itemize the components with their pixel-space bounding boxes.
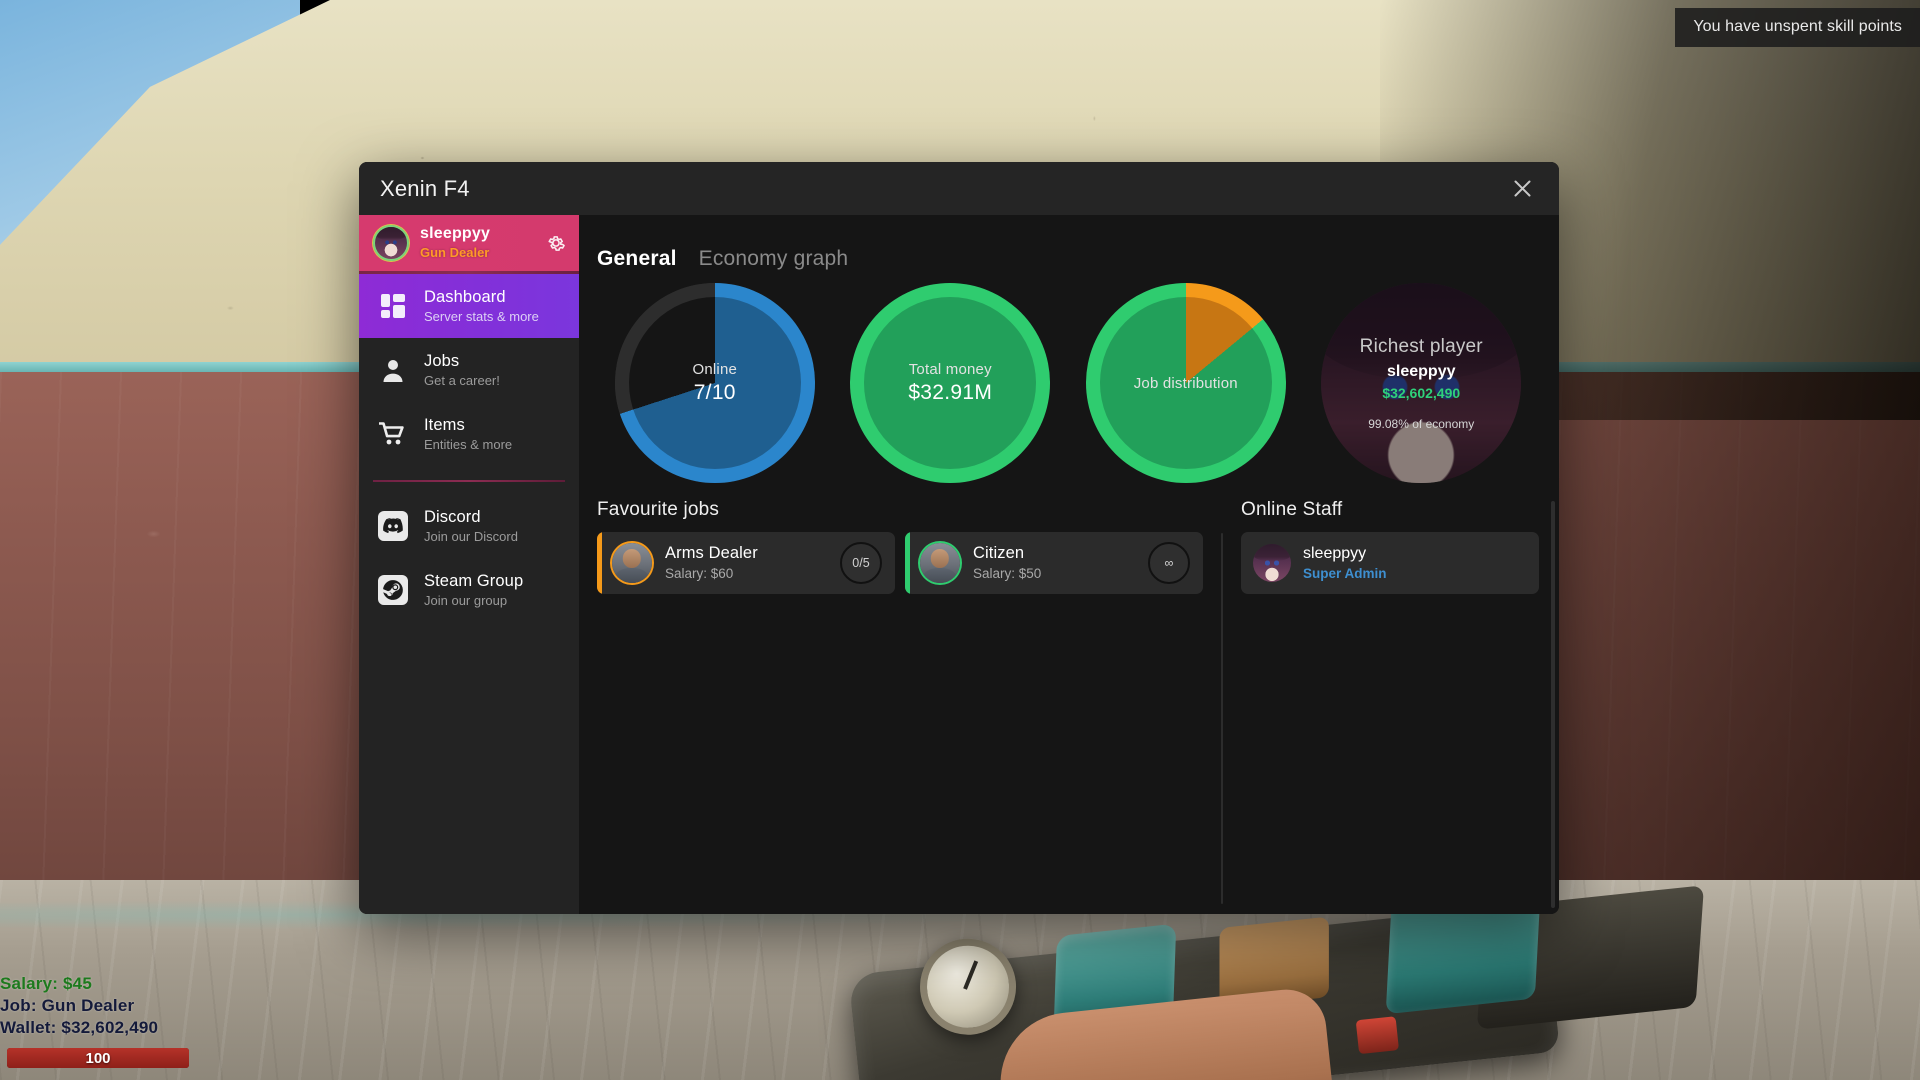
online-label: Online bbox=[692, 361, 738, 378]
job-distribution-label: Job distribution bbox=[1133, 374, 1238, 392]
online-donut-center: Online 7/10 bbox=[628, 297, 801, 469]
sidebar-item-sub: Get a career! bbox=[424, 372, 500, 388]
online-staff-title: Online Staff bbox=[1241, 499, 1343, 520]
job-accent-bar bbox=[597, 532, 602, 594]
stat-job-distribution: Job distribution bbox=[1068, 283, 1304, 483]
sidebar-item-sub: Join our group bbox=[424, 592, 508, 608]
sidebar-item-sub: Join our Discord bbox=[424, 528, 518, 544]
job-accent-bar bbox=[905, 532, 910, 594]
notification-text: You have unspent skill points bbox=[1693, 18, 1902, 35]
favourite-jobs-list: Arms Dealer Salary: $60 0/5 Citizen Sala… bbox=[597, 532, 1203, 594]
sidebar-item-text: Discord Join our Discord bbox=[424, 508, 518, 544]
window-title: Xenin F4 bbox=[380, 175, 470, 201]
f4-menu-window: Xenin F4 sleeppyy Gun Dealer Dashboard S… bbox=[359, 162, 1559, 914]
sidebar-item-title: Steam Group bbox=[424, 572, 524, 591]
staff-rank: Super Admin bbox=[1303, 565, 1387, 581]
sidebar-item-sub: Server stats & more bbox=[424, 308, 539, 324]
gear-icon[interactable] bbox=[545, 232, 567, 254]
job-card[interactable]: Arms Dealer Salary: $60 0/5 bbox=[597, 532, 895, 594]
window-titlebar: Xenin F4 bbox=[359, 162, 1559, 215]
health-bar: 100 bbox=[7, 1048, 189, 1068]
richest-player-title: Richest player bbox=[1359, 335, 1483, 357]
sidebar-item-dashboard[interactable]: Dashboard Server stats & more bbox=[359, 274, 579, 338]
online-value: 7/10 bbox=[693, 381, 736, 404]
job-avatar bbox=[920, 543, 960, 583]
person-icon bbox=[375, 357, 411, 383]
online-staff-panel: Online Staff sleeppyy Super Admin bbox=[1221, 499, 1539, 914]
job-slots: 0/5 bbox=[840, 542, 882, 584]
sidebar-item-discord[interactable]: Discord Join our Discord bbox=[359, 494, 579, 558]
sidebar-divider bbox=[373, 480, 565, 482]
job-salary: Salary: $50 bbox=[973, 566, 1042, 582]
total-money-donut-center: Total money $32.91M bbox=[864, 297, 1037, 469]
sidebar-item-title: Dashboard bbox=[424, 288, 506, 307]
job-salary: Salary: $60 bbox=[665, 566, 734, 582]
profile-name: sleeppyy bbox=[420, 225, 491, 243]
hud-salary: Salary: $45 bbox=[0, 974, 92, 993]
richest-player-name: sleeppyy bbox=[1387, 362, 1456, 380]
job-distribution-donut-center: Job distribution bbox=[1099, 297, 1272, 469]
total-money-label: Total money bbox=[908, 361, 992, 378]
job-name: Citizen bbox=[973, 544, 1025, 563]
dashboard-icon bbox=[375, 293, 411, 319]
stats-row: Online 7/10 Total money $32.91M Job dist… bbox=[579, 271, 1559, 491]
discord-icon bbox=[375, 511, 411, 541]
profile-text: sleeppyy Gun Dealer bbox=[420, 225, 545, 261]
profile-role: Gun Dealer bbox=[420, 245, 490, 261]
cart-icon bbox=[375, 421, 411, 447]
job-distribution-donut-chart: Job distribution bbox=[1085, 283, 1286, 483]
sidebar-profile-card[interactable]: sleeppyy Gun Dealer bbox=[359, 215, 579, 271]
sidebar-item-jobs[interactable]: Jobs Get a career! bbox=[359, 338, 579, 402]
content-scrollbar[interactable] bbox=[1551, 501, 1555, 908]
sidebar-item-title: Jobs bbox=[424, 352, 460, 371]
notification-toast: You have unspent skill points bbox=[1675, 8, 1920, 47]
window-body: sleeppyy Gun Dealer Dashboard Server sta… bbox=[359, 215, 1559, 914]
tab-economy-graph[interactable]: Economy graph bbox=[699, 247, 849, 271]
sidebar-item-items[interactable]: Items Entities & more bbox=[359, 402, 579, 466]
job-card[interactable]: Citizen Salary: $50 ∞ bbox=[905, 532, 1203, 594]
job-text: Citizen Salary: $50 bbox=[973, 544, 1148, 581]
staff-text: sleeppyy Super Admin bbox=[1303, 545, 1387, 582]
job-text: Arms Dealer Salary: $60 bbox=[665, 544, 840, 581]
close-button[interactable] bbox=[1505, 172, 1539, 206]
job-name: Arms Dealer bbox=[665, 544, 758, 563]
job-slots: ∞ bbox=[1148, 542, 1190, 584]
richest-player-money: $32,602,490 bbox=[1382, 384, 1461, 401]
sidebar: sleeppyy Gun Dealer Dashboard Server sta… bbox=[359, 215, 579, 914]
steam-icon bbox=[375, 575, 411, 605]
sidebar-item-title: Discord bbox=[424, 508, 481, 527]
staff-name: sleeppyy bbox=[1303, 544, 1367, 562]
online-donut-chart: Online 7/10 bbox=[614, 283, 815, 483]
stat-richest-player: Richest player sleeppyy $32,602,490 99.0… bbox=[1304, 283, 1540, 483]
sidebar-item-text: Steam Group Join our group bbox=[424, 572, 523, 608]
total-money-donut-chart: Total money $32.91M bbox=[850, 283, 1051, 483]
staff-card[interactable]: sleeppyy Super Admin bbox=[1241, 532, 1539, 594]
sidebar-item-text: Jobs Get a career! bbox=[424, 352, 500, 388]
sidebar-item-sub: Entities & more bbox=[424, 436, 513, 452]
hud-job: Job: Gun Dealer bbox=[0, 996, 135, 1015]
hud-wallet: Wallet: $32,602,490 bbox=[0, 1018, 159, 1037]
richest-player-percent: 99.08% of economy bbox=[1368, 416, 1475, 431]
sidebar-item-text: Items Entities & more bbox=[424, 416, 512, 452]
tab-general[interactable]: General bbox=[597, 247, 677, 271]
content-area: General Economy graph Online 7/10 Total … bbox=[579, 215, 1559, 914]
close-icon bbox=[1514, 180, 1530, 197]
sidebar-item-title: Items bbox=[424, 416, 465, 435]
job-avatar bbox=[612, 543, 652, 583]
player-hud: Salary: $45 Job: Gun Dealer Wallet: $32,… bbox=[0, 973, 240, 1068]
total-money-value: $32.91M bbox=[908, 381, 993, 404]
avatar bbox=[373, 225, 409, 261]
favourite-jobs-title: Favourite jobs bbox=[597, 499, 720, 520]
favourite-jobs-panel: Favourite jobs Arms Dealer Salary: $60 0… bbox=[597, 499, 1221, 914]
lower-panels: Favourite jobs Arms Dealer Salary: $60 0… bbox=[579, 491, 1559, 914]
sidebar-item-text: Dashboard Server stats & more bbox=[424, 288, 539, 324]
health-value: 100 bbox=[85, 1049, 111, 1067]
sidebar-item-steam-group[interactable]: Steam Group Join our group bbox=[359, 558, 579, 622]
richest-player-card: Richest player sleeppyy $32,602,490 99.0… bbox=[1321, 283, 1522, 483]
stat-total-money: Total money $32.91M bbox=[833, 283, 1069, 483]
weapon-red-light bbox=[1355, 1016, 1400, 1055]
staff-avatar bbox=[1253, 544, 1291, 582]
stat-online: Online 7/10 bbox=[597, 283, 833, 483]
tab-bar: General Economy graph bbox=[579, 215, 1559, 271]
